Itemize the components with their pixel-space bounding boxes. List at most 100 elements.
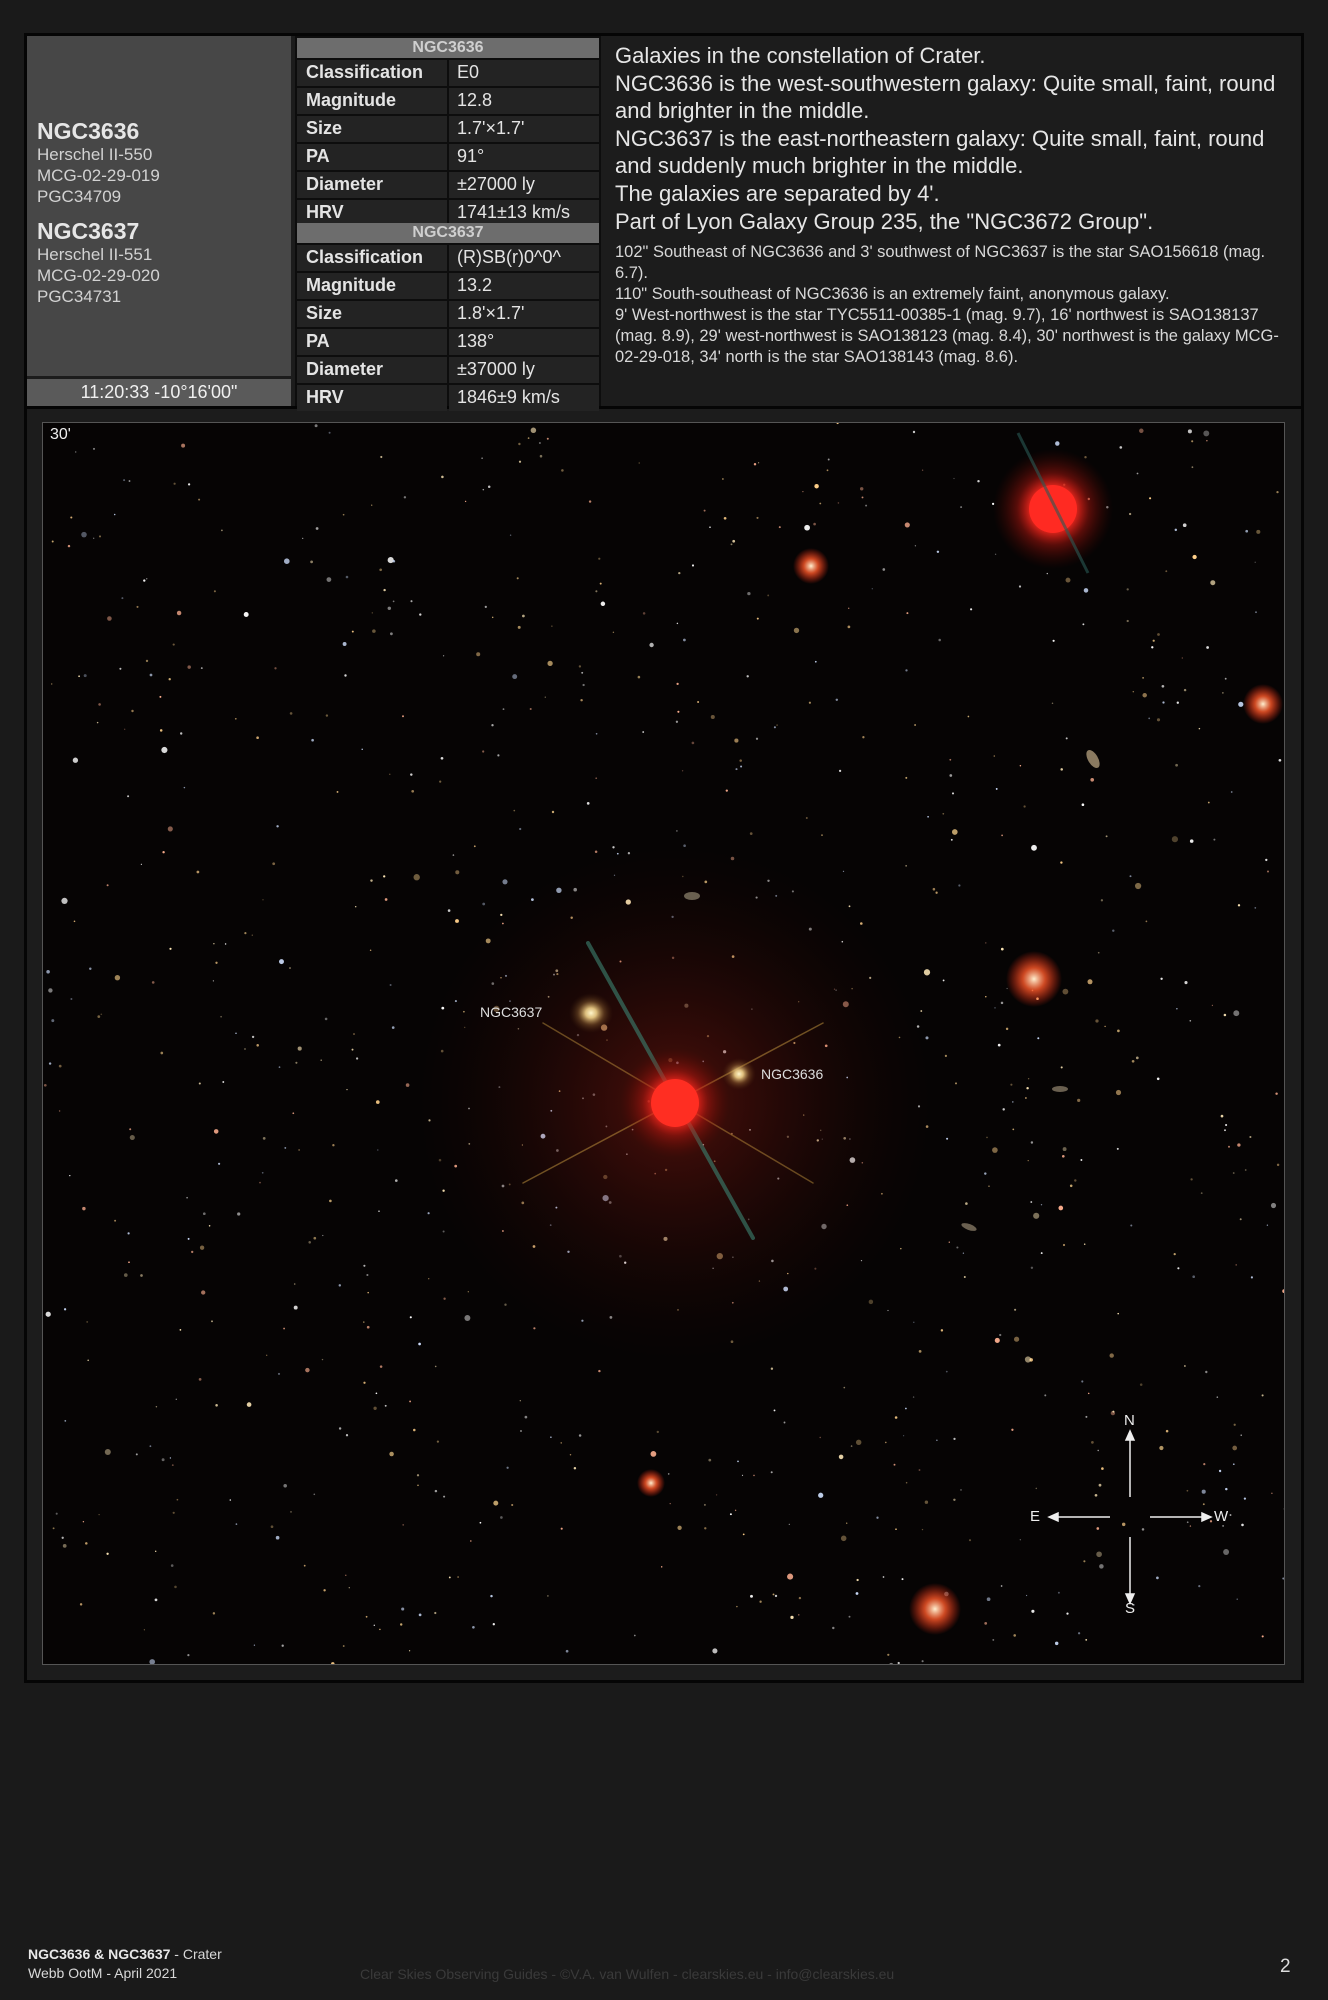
star-dot (882, 568, 886, 571)
row-label: HRV (297, 385, 447, 411)
galaxy1-alias: PGC34709 (37, 187, 122, 206)
star-dot (440, 756, 444, 760)
star-dot (441, 475, 444, 479)
star-dot (85, 1542, 88, 1545)
star-dot (124, 728, 126, 730)
star-dot (434, 1365, 437, 1368)
star-dot (63, 1308, 67, 1311)
star-dot (912, 1396, 915, 1398)
galaxy1-alias: Herschel II-550 (37, 145, 153, 164)
star-dot (897, 1661, 900, 1664)
star-dot (128, 480, 131, 482)
star-dot (313, 1236, 317, 1240)
star-dot (1023, 805, 1026, 808)
star-dot (1270, 1202, 1277, 1209)
star-dot (1131, 1059, 1135, 1063)
coordinates: 11:20:33 -10°16'00" (27, 379, 291, 406)
note-line: 102" Southeast of NGC3636 and 3' southwe… (615, 243, 1266, 282)
star-dot (372, 629, 376, 633)
star-dot (1237, 904, 1241, 907)
star-dot (650, 1451, 657, 1457)
star-dot (70, 998, 73, 1000)
star-dot (302, 537, 304, 540)
star-dot (582, 683, 585, 687)
star-dot (1134, 882, 1142, 890)
star-dot (320, 1059, 322, 1061)
star-dot (1228, 1145, 1230, 1148)
star-dot (595, 590, 598, 593)
star-dot (1139, 428, 1144, 434)
star-dot (128, 1261, 130, 1264)
star-dot (793, 627, 800, 634)
star-dot (826, 469, 829, 472)
star-dot (855, 1439, 862, 1446)
star-dot (533, 1327, 536, 1330)
star-dot (1005, 1027, 1009, 1031)
description-line: NGC3636 is the west-southwestern galaxy:… (615, 71, 1276, 123)
star-dot (149, 1659, 156, 1664)
star-dot (676, 622, 679, 625)
star-dot (220, 1015, 222, 1018)
star-dot (481, 457, 483, 459)
table-row: HRV 1846±9 km/s (297, 383, 599, 411)
star-dot (612, 846, 615, 849)
star-dot (457, 1576, 459, 1578)
star-dot (586, 802, 590, 805)
star-dot (1030, 1266, 1034, 1269)
star-dot (581, 671, 584, 674)
row-label: Classification (297, 60, 447, 86)
star-dot (278, 1066, 281, 1068)
star-dot (1184, 1365, 1186, 1367)
star-dot (1019, 765, 1022, 767)
star-dot (345, 1574, 347, 1576)
star-dot (342, 1645, 345, 1647)
star-dot (303, 1564, 306, 1567)
star-dot (176, 610, 182, 616)
star-dot (392, 560, 396, 563)
star-dot (140, 863, 142, 865)
star-dot (315, 527, 319, 530)
star-dot (598, 557, 601, 560)
identification-panel: NGC3636 Herschel II-550 MCG-02-29-019 PG… (27, 36, 291, 376)
star-dot (1046, 572, 1048, 575)
star-dot (497, 754, 500, 757)
galaxy2-alias: PGC34731 (37, 287, 122, 306)
star-dot (1126, 588, 1129, 591)
star-dot (201, 1290, 206, 1295)
star-dot (1149, 497, 1152, 500)
star-dot (1115, 1089, 1122, 1096)
star-dot (244, 1048, 246, 1050)
star-dot (1205, 1370, 1208, 1374)
star-dot (1249, 1135, 1252, 1139)
star-dot (344, 674, 347, 677)
star-dot (162, 851, 165, 854)
star-dot (377, 1149, 379, 1151)
star-dot (1119, 446, 1123, 449)
star-dot (175, 1398, 177, 1400)
star-dot (375, 1100, 380, 1104)
note-line: 110" South-southeast of NGC3636 is an ex… (615, 285, 1170, 303)
star-dot (1129, 875, 1132, 878)
star-dot (161, 1458, 165, 1462)
star-dot (154, 1598, 158, 1602)
star-dot (1261, 1394, 1264, 1397)
star-dot (46, 970, 50, 974)
table-row: Size 1.8'×1.7' (297, 299, 599, 327)
star-dot (493, 1500, 499, 1506)
star-dot (1238, 701, 1244, 707)
star-dot (1224, 677, 1227, 680)
star-dot (732, 539, 736, 543)
star-dot (1142, 677, 1144, 679)
star-dot (211, 1320, 213, 1323)
star-dot (1062, 1243, 1066, 1247)
star-dot (140, 1274, 143, 1277)
star-dot (942, 979, 945, 982)
star-dot (787, 1573, 794, 1580)
star-dot (827, 458, 830, 461)
star-dot (887, 1653, 890, 1656)
star-dot (746, 675, 749, 678)
footer-credits: Clear Skies Observing Guides - ©V.A. van… (360, 1966, 895, 1982)
star-dot (855, 1592, 859, 1595)
star-dot (1000, 1585, 1003, 1587)
star-dot (373, 1406, 377, 1410)
